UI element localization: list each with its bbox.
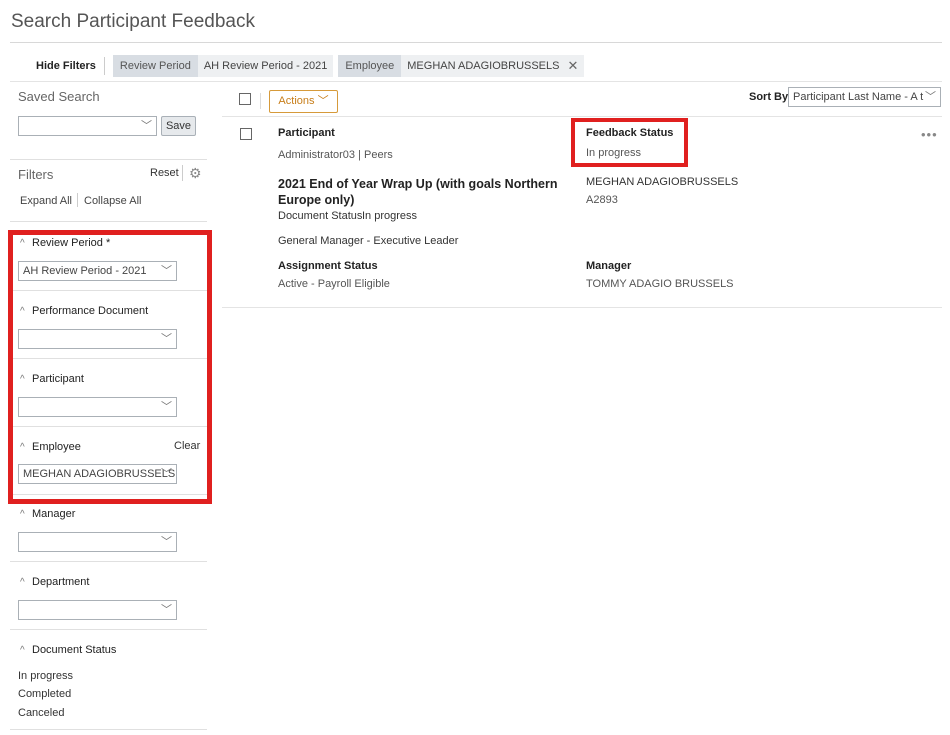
document-status-label: Document Status [278,210,363,222]
gear-icon[interactable]: ⚙ [189,165,202,182]
actions-label: Actions [278,95,315,107]
participant-value: Administrator03 | Peers [278,149,393,161]
manager-select[interactable]: ﹀ [18,532,177,552]
select-all-checkbox[interactable] [239,93,251,105]
document-status-value: In progress [362,210,418,222]
manager-label: Manager [586,260,632,272]
status-option-canceled[interactable]: Canceled [18,707,64,719]
job-title: General Manager - Executive Leader [278,235,459,247]
save-button[interactable]: Save [161,116,196,136]
sidebar-divider [10,221,207,222]
chevron-down-icon: ﹀ [141,120,152,132]
saved-search-title: Saved Search [18,89,100,104]
reset-link[interactable]: Reset [150,167,179,179]
hide-filters-link[interactable]: Hide Filters [36,60,96,72]
more-icon[interactable]: ••• [921,127,938,142]
chevron-down-icon: ﹀ [161,604,172,616]
sort-by-select[interactable]: Participant Last Name - A t ﹀ [788,87,941,107]
close-icon[interactable]: ✕ [567,55,578,77]
section-label: Manager [32,508,76,520]
filter-bar: Hide Filters Review Period AH Review Per… [10,52,942,80]
sidebar-divider [10,159,207,160]
section-document-status[interactable]: ^ Document Status [20,644,116,656]
employee-id: A2893 [586,194,618,206]
chevron-down-icon: ﹀ [317,95,329,107]
section-department[interactable]: ^ Department [20,576,89,588]
filters-title: Filters [18,167,54,182]
status-option-completed[interactable]: Completed [18,688,71,700]
chevron-down-icon: ﹀ [161,536,172,548]
chip-review-period-value: AH Review Period - 2021 [197,55,334,77]
manager-value: TOMMY ADAGIO BRUSSELS [586,278,734,290]
actions-button[interactable]: Actions ﹀ [269,90,338,113]
sort-by-label: Sort By [749,91,789,103]
highlight-box [8,230,212,504]
divider [103,57,105,75]
chip-review-period-key: Review Period [112,55,198,77]
chevron-down-icon: ﹀ [925,91,936,103]
filter-bar-divider [10,81,942,82]
department-select[interactable]: ﹀ [18,600,177,620]
employee-name: MEGHAN ADAGIOBRUSSELS [586,176,739,188]
chip-employee-key: Employee [338,55,402,77]
caret-up-icon: ^ [20,577,25,588]
caret-up-icon: ^ [20,509,25,520]
title-divider [10,42,942,43]
chip-employee-text: MEGHAN ADAGIOBRUSSELS [407,60,560,72]
saved-search-select[interactable]: ﹀ [18,116,157,136]
document-title-link[interactable]: 2021 End of Year Wrap Up (with goals Nor… [278,176,578,208]
assignment-status-value: Active - Payroll Eligible [278,278,390,290]
sort-by-value: Participant Last Name - A t [793,91,924,103]
section-label: Department [32,576,90,588]
highlight-box [571,118,688,167]
row-checkbox[interactable] [240,128,252,140]
status-option-in-progress[interactable]: In progress [18,670,73,682]
expand-all-link[interactable]: Expand All [20,195,72,207]
caret-up-icon: ^ [20,645,25,656]
section-label: Document Status [32,644,117,656]
collapse-all-link[interactable]: Collapse All [84,195,141,207]
section-manager[interactable]: ^ Manager [20,508,75,520]
participant-label: Participant [278,127,335,139]
assignment-status-label: Assignment Status [278,260,378,272]
chip-employee-value: MEGHAN ADAGIOBRUSSELS ✕ [401,55,585,77]
page-title: Search Participant Feedback [11,11,255,32]
